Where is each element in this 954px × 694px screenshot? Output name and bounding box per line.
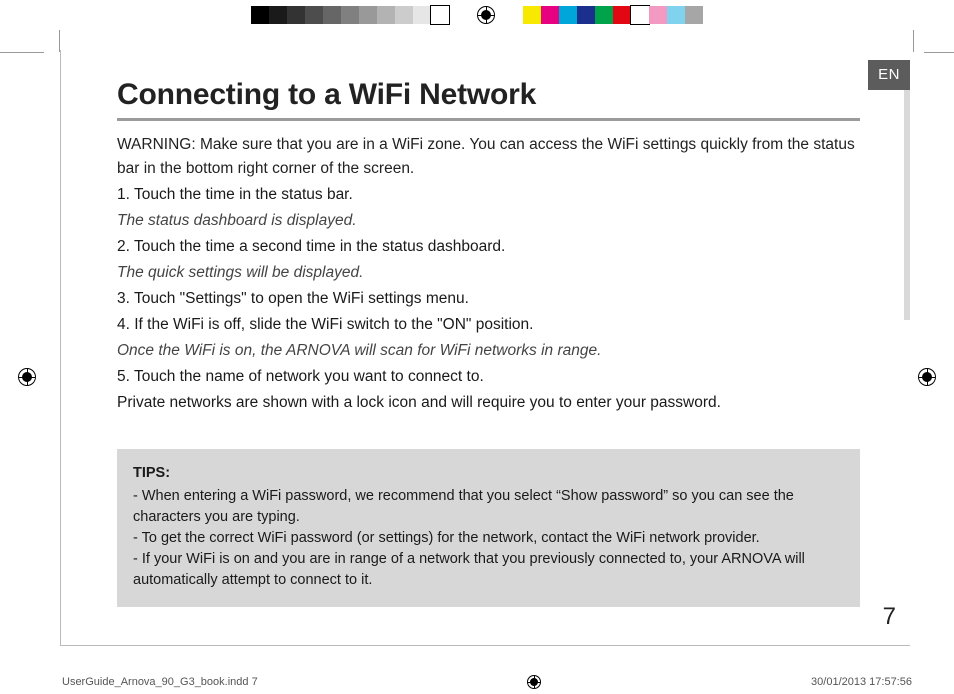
side-rail bbox=[904, 90, 910, 320]
page-title: Connecting to a WiFi Network bbox=[117, 78, 860, 112]
page-frame: EN Connecting to a WiFi Network WARNING:… bbox=[60, 50, 910, 646]
crop-mark bbox=[0, 52, 44, 53]
color-swatch bbox=[667, 6, 685, 24]
color-swatch bbox=[305, 6, 323, 24]
tip-2: - To get the correct WiFi password (or s… bbox=[133, 528, 844, 549]
color-swatch bbox=[251, 6, 269, 24]
color-swatch bbox=[287, 6, 305, 24]
page-content: Connecting to a WiFi Network WARNING: Ma… bbox=[117, 78, 860, 607]
step-5-note: Private networks are shown with a lock i… bbox=[117, 391, 860, 415]
slug-datetime: 30/01/2013 17:57:56 bbox=[811, 676, 912, 688]
language-tab: EN bbox=[868, 60, 910, 90]
color-swatch bbox=[613, 6, 631, 24]
step-1-note: The status dashboard is displayed. bbox=[117, 209, 860, 233]
color-swatch bbox=[631, 6, 649, 24]
color-swatch bbox=[413, 6, 431, 24]
color-swatch bbox=[431, 6, 449, 24]
tip-1: - When entering a WiFi password, we reco… bbox=[133, 486, 844, 528]
step-2: 2. Touch the time a second time in the s… bbox=[117, 235, 860, 259]
color-swatch bbox=[341, 6, 359, 24]
step-4-note: Once the WiFi is on, the ARNOVA will sca… bbox=[117, 339, 860, 363]
step-5: 5. Touch the name of network you want to… bbox=[117, 365, 860, 389]
printer-color-bar bbox=[0, 6, 954, 24]
step-3: 3. Touch "Settings" to open the WiFi set… bbox=[117, 287, 860, 311]
tips-heading: TIPS: bbox=[133, 463, 844, 484]
slug-line: UserGuide_Arnova_90_G3_book.indd 7 30/01… bbox=[62, 670, 912, 694]
step-2-note: The quick settings will be displayed. bbox=[117, 261, 860, 285]
color-swatch bbox=[649, 6, 667, 24]
registration-mark-icon bbox=[527, 675, 541, 689]
color-swatch bbox=[323, 6, 341, 24]
color-swatch bbox=[377, 6, 395, 24]
title-rule bbox=[117, 118, 860, 121]
crop-mark bbox=[913, 30, 914, 52]
registration-mark-icon bbox=[477, 6, 495, 24]
registration-mark-icon bbox=[918, 368, 936, 386]
slug-file: UserGuide_Arnova_90_G3_book.indd 7 bbox=[62, 676, 258, 688]
color-swatch bbox=[595, 6, 613, 24]
color-swatch bbox=[685, 6, 703, 24]
color-swatch bbox=[395, 6, 413, 24]
tip-3: - If your WiFi is on and you are in rang… bbox=[133, 549, 844, 591]
crop-mark bbox=[59, 30, 60, 52]
warning-text: WARNING: Make sure that you are in a WiF… bbox=[117, 133, 860, 181]
color-swatch bbox=[559, 6, 577, 24]
color-swatch bbox=[359, 6, 377, 24]
color-swatch bbox=[523, 6, 541, 24]
color-swatch bbox=[269, 6, 287, 24]
registration-mark-icon bbox=[18, 368, 36, 386]
step-1: 1. Touch the time in the status bar. bbox=[117, 183, 860, 207]
color-swatch bbox=[577, 6, 595, 24]
page-number: 7 bbox=[883, 603, 896, 631]
tips-box: TIPS: - When entering a WiFi password, w… bbox=[117, 449, 860, 607]
crop-mark bbox=[924, 52, 954, 53]
step-4: 4. If the WiFi is off, slide the WiFi sw… bbox=[117, 313, 860, 337]
color-swatch bbox=[541, 6, 559, 24]
